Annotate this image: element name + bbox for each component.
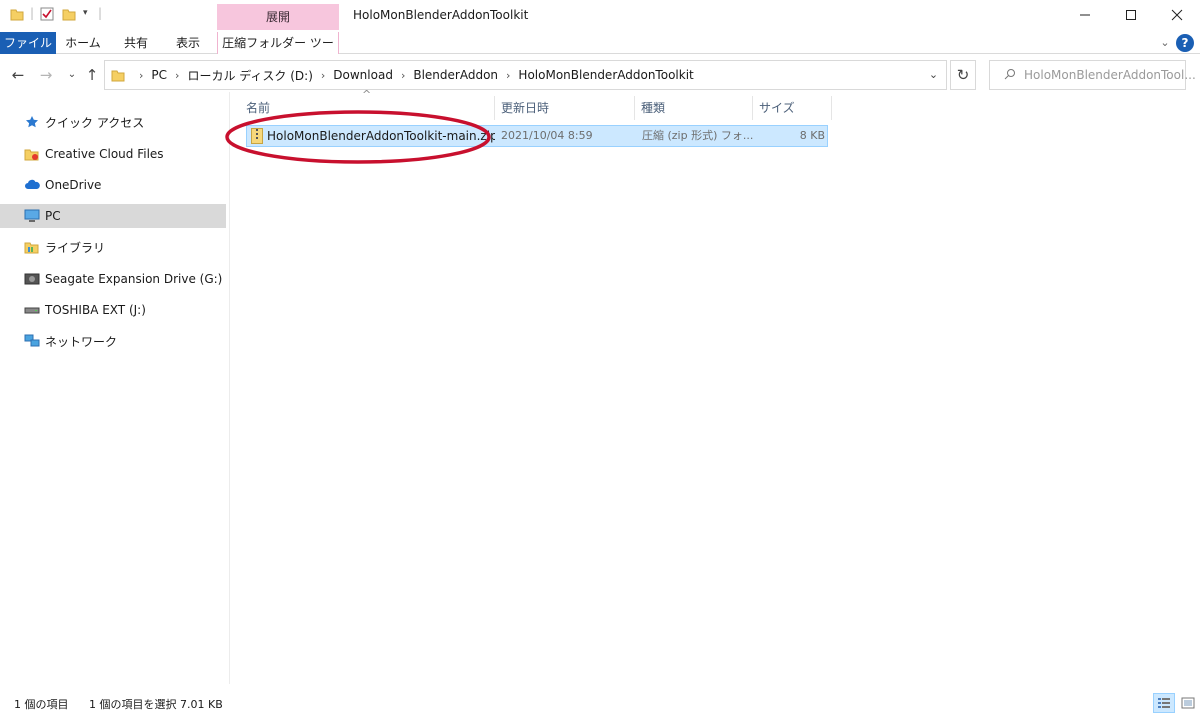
window-title: HoloMonBlenderAddonToolkit	[353, 8, 529, 22]
new-folder-icon[interactable]	[62, 7, 76, 24]
nav-item-pc[interactable]: PC	[0, 204, 226, 228]
breadcrumb-current-folder[interactable]: HoloMonBlenderAddonToolkit	[518, 68, 693, 82]
tab-view[interactable]: 表示	[164, 32, 212, 54]
status-bar: 1 個の項目 1 個の項目を選択 7.01 KB	[0, 692, 1200, 716]
navigation-pane: クイック アクセス Creative Cloud Files OneDrive …	[0, 100, 226, 684]
breadcrumb-pc[interactable]: PC	[151, 68, 167, 82]
search-box[interactable]: HoloMonBlenderAddonTool...	[989, 60, 1196, 90]
column-header-size[interactable]: サイズ	[753, 96, 832, 120]
customize-qat-icon[interactable]: ▾	[83, 8, 88, 18]
maximize-button[interactable]	[1108, 0, 1154, 30]
context-tab-group: 展開	[217, 4, 339, 30]
breadcrumb-download[interactable]: Download	[333, 68, 393, 82]
recent-locations-button[interactable]: ⌄	[62, 64, 82, 86]
chevron-right-icon[interactable]: ›	[175, 69, 179, 82]
folder-icon[interactable]	[10, 7, 24, 24]
status-item-count: 1 個の項目	[14, 698, 69, 711]
refresh-button[interactable]: ↻	[950, 60, 976, 90]
cloud-icon	[23, 177, 41, 193]
file-modified: 2021/10/04 8:59	[501, 129, 593, 142]
chevron-right-icon[interactable]: ›	[139, 69, 143, 82]
file-type: 圧縮 (zip 形式) フォ...	[642, 129, 754, 142]
breadcrumb-local-disk[interactable]: ローカル ディスク (D:)	[187, 67, 312, 84]
separator: |	[98, 6, 103, 20]
expand-ribbon-icon[interactable]: ⌄	[1158, 34, 1172, 52]
column-header-name[interactable]: 名前	[240, 96, 495, 120]
details-view-icon[interactable]	[1153, 693, 1175, 713]
star-icon	[23, 114, 41, 130]
nav-item-quick-access[interactable]: クイック アクセス	[0, 110, 226, 134]
up-button[interactable]: ↑	[82, 64, 102, 86]
column-headers: 名前 更新日時 種類 サイズ	[240, 96, 832, 120]
help-button[interactable]: ?	[1176, 34, 1194, 52]
forward-button[interactable]: →	[36, 64, 56, 86]
nav-item-creative-cloud[interactable]: Creative Cloud Files	[0, 142, 226, 166]
title-bar: | ▾ | 展開 HoloMonBlenderAddonToolkit	[0, 0, 1200, 32]
chevron-right-icon[interactable]: ›	[321, 69, 325, 82]
nav-item-seagate-drive[interactable]: Seagate Expansion Drive (G:)	[0, 267, 226, 291]
nav-item-label: ネットワーク	[45, 334, 118, 349]
nav-item-label: PC	[45, 209, 61, 223]
drive-icon	[23, 271, 41, 287]
tab-home[interactable]: ホーム	[58, 32, 108, 54]
nav-item-label: クイック アクセス	[45, 115, 145, 130]
library-icon	[23, 239, 41, 255]
nav-item-library[interactable]: ライブラリ	[0, 235, 226, 259]
address-dropdown-icon[interactable]: ⌄	[920, 60, 947, 90]
tab-share[interactable]: 共有	[110, 32, 162, 54]
file-name: HoloMonBlenderAddonToolkit-main.zip	[267, 129, 495, 143]
nav-item-label: ライブラリ	[45, 240, 106, 255]
search-icon	[1004, 68, 1016, 83]
nav-item-label: OneDrive	[45, 178, 102, 192]
file-row[interactable]: HoloMonBlenderAddonToolkit-main.zip 2021…	[246, 125, 828, 147]
chevron-right-icon[interactable]: ›	[401, 69, 405, 82]
folder-icon	[111, 68, 125, 82]
zip-file-icon	[251, 128, 263, 144]
file-size: 8 KB	[799, 129, 825, 142]
nav-item-label: Creative Cloud Files	[45, 147, 164, 161]
large-icons-view-icon[interactable]	[1177, 693, 1199, 713]
network-icon	[23, 333, 41, 349]
close-button[interactable]	[1154, 0, 1200, 30]
nav-item-label: Seagate Expansion Drive (G:)	[45, 272, 223, 286]
usb-drive-icon	[23, 302, 41, 318]
nav-item-onedrive[interactable]: OneDrive	[0, 173, 226, 197]
creative-cloud-folder-icon	[23, 146, 41, 162]
column-header-modified[interactable]: 更新日時	[495, 96, 635, 120]
status-selection: 1 個の項目を選択 7.01 KB	[89, 698, 223, 711]
tab-compressed-folder-tools[interactable]: 圧縮フォルダー ツール	[217, 32, 339, 72]
properties-icon[interactable]	[40, 7, 54, 24]
ribbon-tabs: ファイル ホーム 共有 表示 圧縮フォルダー ツール ⌄ ?	[0, 32, 1200, 72]
search-placeholder: HoloMonBlenderAddonTool...	[1024, 68, 1196, 82]
address-bar[interactable]: › PC › ローカル ディスク (D:) › Download › Blend…	[104, 60, 947, 90]
nav-item-network[interactable]: ネットワーク	[0, 329, 226, 353]
computer-icon	[23, 208, 41, 224]
minimize-button[interactable]	[1062, 0, 1108, 30]
chevron-right-icon[interactable]: ›	[506, 69, 510, 82]
breadcrumb-blenderaddon[interactable]: BlenderAddon	[413, 68, 498, 82]
column-header-type[interactable]: 種類	[635, 96, 753, 120]
pane-splitter[interactable]	[229, 92, 230, 684]
nav-item-label: TOSHIBA EXT (J:)	[45, 303, 146, 317]
nav-item-toshiba-drive[interactable]: TOSHIBA EXT (J:)	[0, 298, 226, 322]
tab-file[interactable]: ファイル	[0, 32, 56, 54]
separator: |	[30, 6, 35, 20]
back-button[interactable]: ←	[8, 64, 28, 86]
navigation-bar: ← → ⌄ ↑ › PC › ローカル ディスク (D:) › Download…	[0, 58, 1200, 92]
